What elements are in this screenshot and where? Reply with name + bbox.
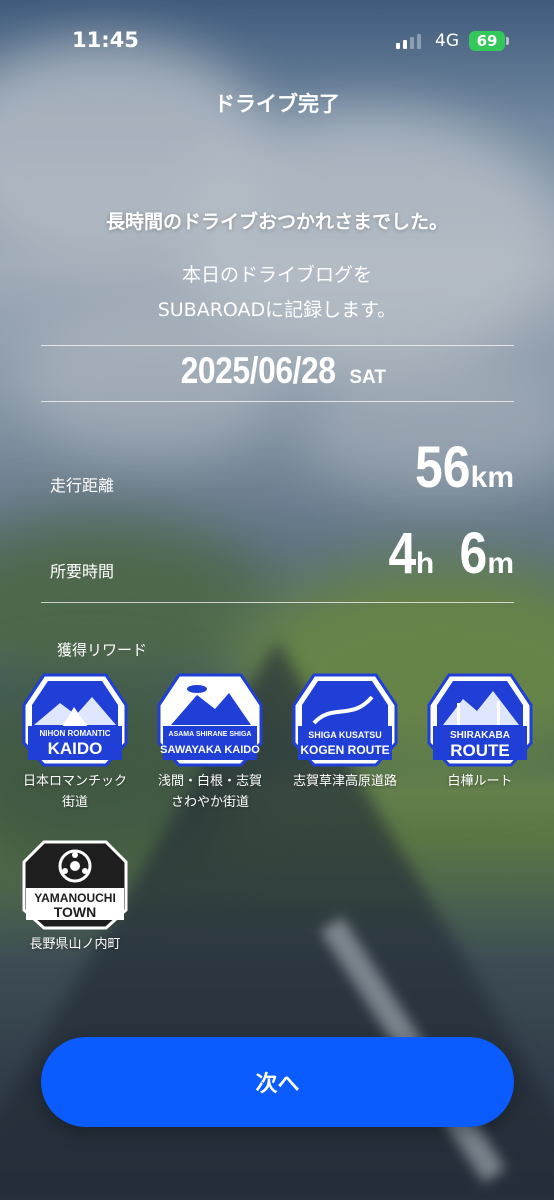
battery-icon: 69	[469, 31, 505, 51]
mountain-road-badge-icon: ASAMA SHIRANE SHIGA SAWAYAKA KAIDO	[157, 673, 263, 767]
mountain-road-badge-icon: SHIRAKABA ROUTE	[427, 673, 533, 767]
reward-name-line-2: 街道	[61, 795, 88, 810]
status-time: 11:45	[72, 28, 139, 52]
badge-text-main: KOGEN ROUTE	[300, 743, 389, 757]
drive-weekday: SAT	[349, 367, 386, 388]
badge-text-top: NIHON ROMANTIC	[39, 729, 110, 738]
reward-item[interactable]: NIHON ROMANTIC KAIDO 日本ロマンチック 街道	[10, 673, 140, 813]
mountain-road-badge-icon: NIHON ROMANTIC KAIDO	[22, 673, 128, 767]
divider	[41, 345, 514, 346]
mountain-road-badge-icon: SHIGA KUSATSU KOGEN ROUTE	[292, 673, 398, 767]
completion-message-line-2: SUBAROADに記録します。	[157, 299, 397, 321]
next-button[interactable]: 次へ	[41, 1037, 514, 1127]
reward-name-line-1: 長野県山ノ内町	[29, 937, 121, 952]
distance-unit: km	[470, 461, 514, 494]
duration-hours-unit: h	[415, 547, 435, 580]
battery-tip	[506, 37, 509, 45]
status-bar: 11:45 4G 69	[0, 0, 554, 84]
reward-name-line-2: さわやか街道	[170, 795, 249, 810]
reward-item[interactable]: SHIGA KUSATSU KOGEN ROUTE 志賀草津高原道路	[280, 673, 410, 792]
distance-number: 56	[415, 435, 471, 500]
network-type: 4G	[435, 31, 459, 51]
reward-item[interactable]: YAMANOUCHI TOWN 長野県山ノ内町	[10, 840, 140, 955]
cellular-signal-icon	[396, 33, 421, 49]
badge-text-top: SHIGA KUSATSU	[308, 730, 382, 740]
badge-text-main: TOWN	[54, 904, 97, 920]
town-emblem-badge-icon: YAMANOUCHI TOWN	[22, 840, 128, 930]
distance-label: 走行距離	[50, 476, 115, 495]
distance-value: 56km	[406, 434, 514, 501]
badge-text-main: ROUTE	[450, 741, 510, 760]
divider	[41, 602, 514, 603]
completion-heading: 長時間のドライブおつかれさまでした。	[105, 211, 448, 233]
reward-item[interactable]: ASAMA SHIRANE SHIGA SAWAYAKA KAIDO 浅間・白根…	[145, 673, 275, 813]
divider	[41, 401, 514, 402]
duration-minutes-unit: m	[487, 547, 514, 580]
completion-message-line-1: 本日のドライブログを	[181, 264, 372, 286]
badge-text-top: ASAMA SHIRANE SHIGA	[169, 731, 252, 738]
duration-label: 所要時間	[50, 562, 115, 581]
badge-text-top: SHIRAKABA	[450, 730, 510, 741]
reward-name-line-1: 浅間・白根・志賀	[157, 774, 262, 789]
badge-text-main: KAIDO	[48, 739, 103, 758]
duration-value: 4h 6m	[384, 520, 514, 587]
duration-hours: 4	[388, 521, 416, 586]
badge-text-top: YAMANOUCHI	[34, 891, 116, 905]
page-title: ドライブ完了	[214, 92, 340, 116]
reward-name-line-1: 志賀草津高原道路	[292, 774, 397, 789]
reward-name-line-1: 日本ロマンチック	[22, 774, 127, 789]
rewards-label: 獲得リワード	[57, 641, 148, 659]
reward-name-line-1: 白樺ルート	[447, 774, 513, 789]
drive-date: 2025/06/28 SAT	[0, 350, 554, 392]
background-scenery	[0, 0, 554, 1200]
drive-date-value: 2025/06/28	[180, 350, 336, 391]
duration-minutes: 6	[459, 521, 488, 586]
reward-item[interactable]: SHIRAKABA ROUTE 白樺ルート	[415, 673, 545, 792]
badge-text-main: SAWAYAKA KAIDO	[160, 744, 260, 756]
